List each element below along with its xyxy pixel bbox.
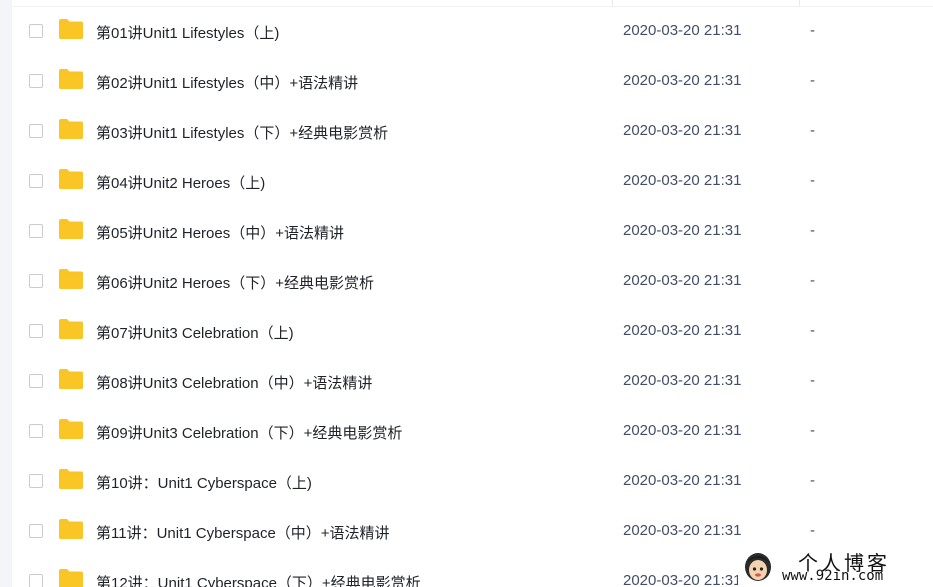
file-name[interactable]: 第02讲Unit1 Lifestyles（中）+语法精讲 <box>96 72 358 93</box>
file-list-panel: 第01讲Unit1 Lifestyles（上) 2020-03-20 21:31 -… <box>12 0 933 587</box>
modified-date: 2020-03-20 21:31 <box>623 372 742 389</box>
file-row[interactable]: 第04讲Unit2 Heroes（上) 2020-03-20 21:31 - <box>12 157 933 207</box>
folder-icon[interactable] <box>58 218 84 240</box>
watermark-url: www.92in.com <box>782 568 884 584</box>
folder-icon[interactable] <box>58 518 84 540</box>
file-size: - <box>810 122 815 139</box>
file-size: - <box>810 522 815 539</box>
file-size: - <box>810 72 815 89</box>
file-row[interactable]: 第03讲Unit1 Lifestyles（下）+经典电影赏析 2020-03-20… <box>12 107 933 157</box>
modified-date: 2020-03-20 21:31 <box>623 572 742 587</box>
file-size: - <box>810 172 815 189</box>
modified-date: 2020-03-20 21:31 <box>623 172 742 189</box>
row-checkbox[interactable] <box>29 474 43 488</box>
modified-date: 2020-03-20 21:31 <box>623 272 742 289</box>
folder-icon[interactable] <box>58 268 84 290</box>
row-checkbox[interactable] <box>29 74 43 88</box>
file-size: - <box>810 472 815 489</box>
file-name[interactable]: 第11讲：Unit1 Cyberspace（中）+语法精讲 <box>96 522 390 543</box>
watermark-avatar-icon <box>745 553 771 581</box>
file-size: - <box>810 372 815 389</box>
folder-icon[interactable] <box>58 368 84 390</box>
file-row[interactable]: 第09讲Unit3 Celebration（下）+经典电影赏析 2020-03-2… <box>12 407 933 457</box>
row-checkbox[interactable] <box>29 524 43 538</box>
folder-icon[interactable] <box>58 168 84 190</box>
modified-date: 2020-03-20 21:31 <box>623 22 742 39</box>
folder-icon[interactable] <box>58 568 84 587</box>
file-name[interactable]: 第06讲Unit2 Heroes（下）+经典电影赏析 <box>96 272 374 293</box>
file-size: - <box>810 422 815 439</box>
folder-icon[interactable] <box>58 68 84 90</box>
folder-icon[interactable] <box>58 318 84 340</box>
file-row[interactable]: 第05讲Unit2 Heroes（中）+语法精讲 2020-03-20 21:31… <box>12 207 933 257</box>
file-name[interactable]: 第12讲：Unit1 Cyberspace（下）+经典电影赏析 <box>96 572 421 587</box>
file-name[interactable]: 第09讲Unit3 Celebration（下）+经典电影赏析 <box>96 422 402 443</box>
row-checkbox[interactable] <box>29 24 43 38</box>
file-row[interactable]: 第02讲Unit1 Lifestyles（中）+语法精讲 2020-03-20 2… <box>12 57 933 107</box>
column-header-strip <box>12 0 933 7</box>
column-divider[interactable] <box>799 0 800 6</box>
modified-date: 2020-03-20 21:31 <box>623 222 742 239</box>
folder-icon[interactable] <box>58 418 84 440</box>
file-name[interactable]: 第08讲Unit3 Celebration（中）+语法精讲 <box>96 372 372 393</box>
folder-icon[interactable] <box>58 18 84 40</box>
file-name[interactable]: 第10讲：Unit1 Cyberspace（上) <box>96 472 312 493</box>
file-name[interactable]: 第01讲Unit1 Lifestyles（上) <box>96 22 279 43</box>
row-checkbox[interactable] <box>29 324 43 338</box>
folder-icon[interactable] <box>58 118 84 140</box>
site-watermark: 个人博客 www.92in.com <box>738 545 933 587</box>
modified-date: 2020-03-20 21:31 <box>623 72 742 89</box>
row-checkbox[interactable] <box>29 424 43 438</box>
file-row[interactable]: 第10讲：Unit1 Cyberspace（上) 2020-03-20 21:31… <box>12 457 933 507</box>
file-size: - <box>810 222 815 239</box>
file-row[interactable]: 第06讲Unit2 Heroes（下）+经典电影赏析 2020-03-20 21:… <box>12 257 933 307</box>
modified-date: 2020-03-20 21:31 <box>623 522 742 539</box>
row-checkbox[interactable] <box>29 274 43 288</box>
modified-date: 2020-03-20 21:31 <box>623 422 742 439</box>
folder-icon[interactable] <box>58 468 84 490</box>
modified-date: 2020-03-20 21:31 <box>623 322 742 339</box>
file-name[interactable]: 第07讲Unit3 Celebration（上) <box>96 322 294 343</box>
row-checkbox[interactable] <box>29 374 43 388</box>
row-checkbox[interactable] <box>29 224 43 238</box>
file-row[interactable]: 第01讲Unit1 Lifestyles（上) 2020-03-20 21:31 - <box>12 7 933 57</box>
row-checkbox[interactable] <box>29 174 43 188</box>
file-size: - <box>810 22 815 39</box>
row-checkbox[interactable] <box>29 574 43 587</box>
file-size: - <box>810 272 815 289</box>
file-name[interactable]: 第05讲Unit2 Heroes（中）+语法精讲 <box>96 222 344 243</box>
file-name[interactable]: 第03讲Unit1 Lifestyles（下）+经典电影赏析 <box>96 122 388 143</box>
file-name[interactable]: 第04讲Unit2 Heroes（上) <box>96 172 265 193</box>
modified-date: 2020-03-20 21:31 <box>623 472 742 489</box>
modified-date: 2020-03-20 21:31 <box>623 122 742 139</box>
file-row[interactable]: 第08讲Unit3 Celebration（中）+语法精讲 2020-03-20 … <box>12 357 933 407</box>
column-divider[interactable] <box>612 0 613 6</box>
row-checkbox[interactable] <box>29 124 43 138</box>
file-row[interactable]: 第07讲Unit3 Celebration（上) 2020-03-20 21:31… <box>12 307 933 357</box>
file-size: - <box>810 322 815 339</box>
